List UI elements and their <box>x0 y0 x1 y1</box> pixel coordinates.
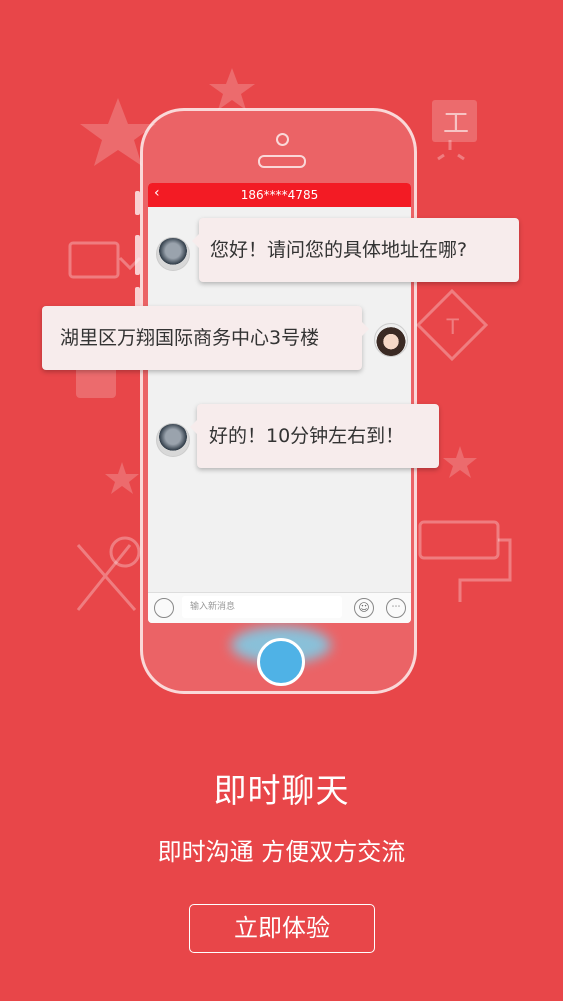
star-icon <box>209 68 255 110</box>
more-icon[interactable]: ⋯ <box>386 598 406 618</box>
page-subtitle: 即时沟通 方便双方交流 <box>157 838 406 866</box>
chat-message: 您好！请问您的具体地址在哪? <box>192 218 519 282</box>
wrench-icon <box>76 544 137 611</box>
smiley-icon[interactable]: ☺ <box>354 598 374 618</box>
chat-contact-title: 186****4785 <box>240 188 319 202</box>
microphone-icon[interactable] <box>154 598 174 618</box>
camera-icon <box>276 133 289 146</box>
monitor-icon <box>68 241 120 279</box>
chat-message: 好的！10分钟左右到！ <box>190 404 439 468</box>
speaker-icon <box>258 155 306 168</box>
paint-roller-icon <box>418 520 500 560</box>
chat-message: 湖里区万翔国际商务中心3号楼 <box>42 306 369 370</box>
phone-side-button <box>135 235 140 275</box>
avatar <box>156 423 190 457</box>
star-icon <box>443 446 477 478</box>
phone-side-button <box>135 191 140 215</box>
avatar <box>156 237 190 271</box>
page-title: 即时聊天 <box>213 771 350 810</box>
svg-text:T: T <box>446 314 459 339</box>
message-input[interactable]: 输入新消息 <box>182 596 342 618</box>
try-now-button[interactable]: 立即体验 <box>189 904 375 953</box>
message-input-bar: 输入新消息 ☺ ⋯ <box>148 592 411 623</box>
chat-header: ‹ 186****4785 <box>148 183 411 207</box>
home-button[interactable] <box>257 638 305 686</box>
chevron-left-icon[interactable]: ‹ <box>154 185 160 201</box>
star-icon <box>105 462 139 494</box>
svg-text:工: 工 <box>443 108 469 138</box>
avatar <box>374 323 408 357</box>
